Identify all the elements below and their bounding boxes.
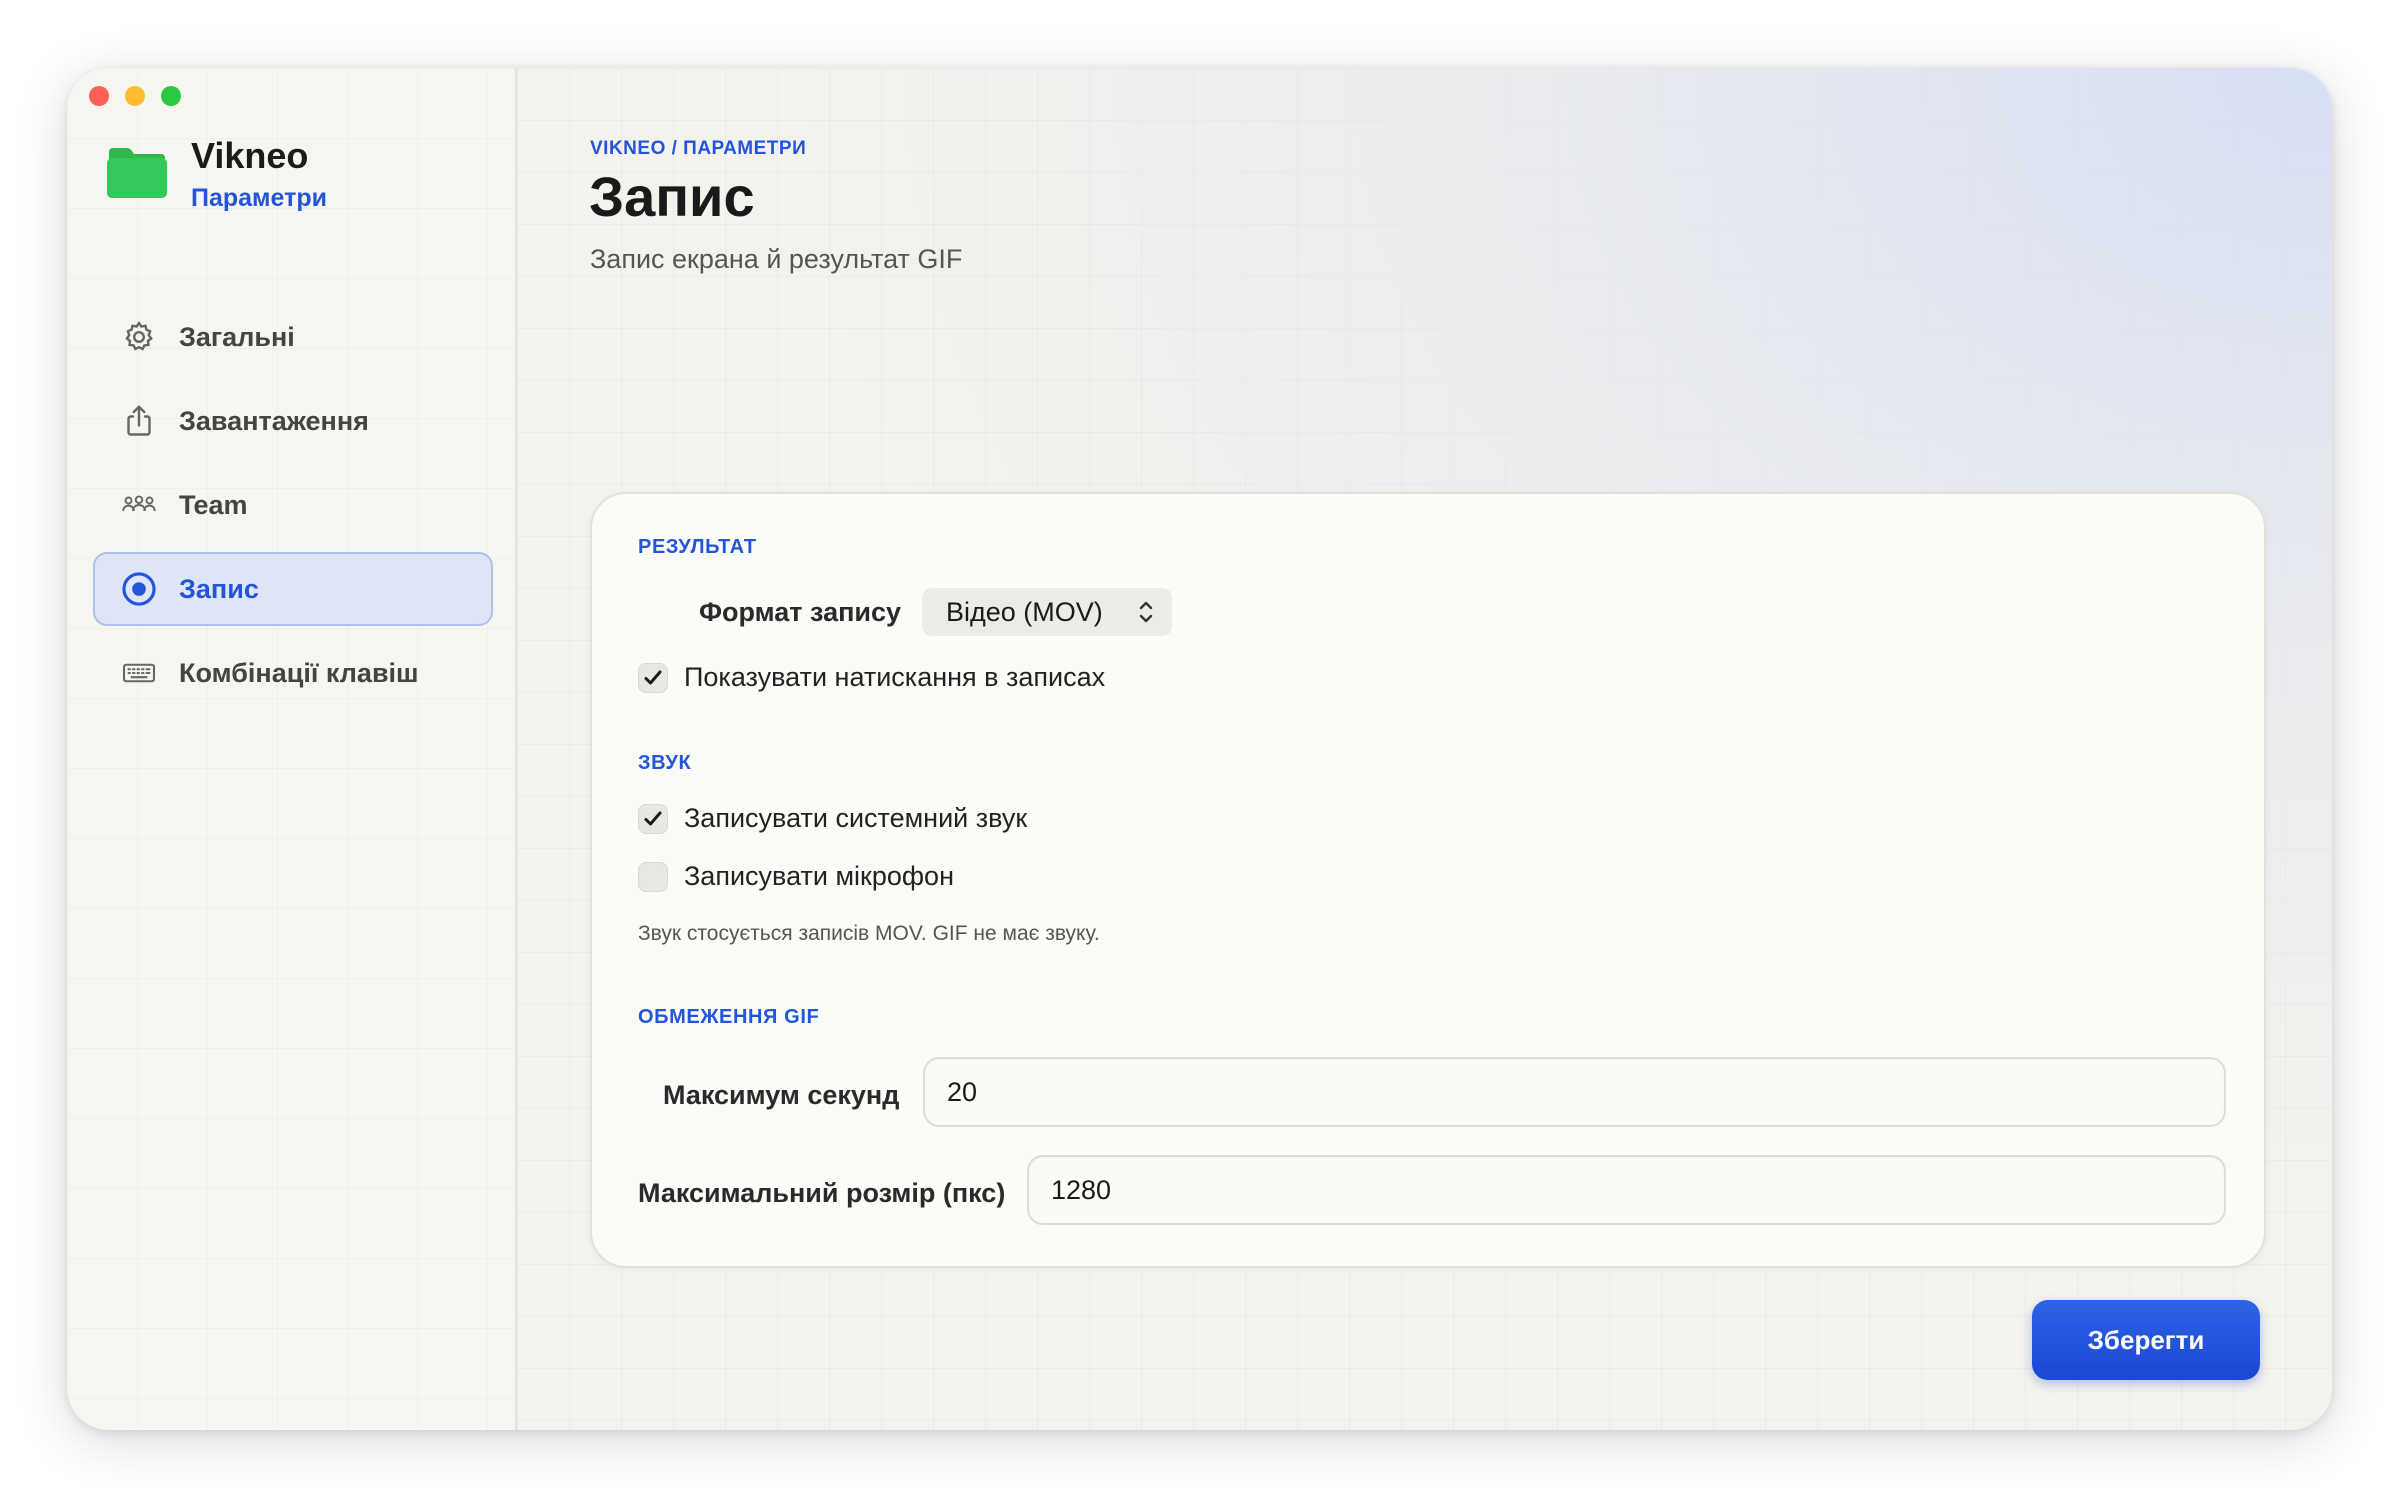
sidebar-item-label: Запис <box>179 573 259 604</box>
breadcrumb: VIKNEO / ПАРАМЕТРИ <box>590 138 807 159</box>
zoom-window-button[interactable] <box>161 86 181 106</box>
sidebar-item-label: Загальні <box>179 321 295 352</box>
sidebar-nav: Загальні Завантаження Team Запис Комбіна… <box>93 300 493 720</box>
settings-card: РЕЗУЛЬТАТ Формат запису Відео (MOV) Пока… <box>590 492 2266 1268</box>
sidebar-item-label: Team <box>179 489 248 520</box>
gear-icon <box>119 317 159 357</box>
system-audio-label: Записувати системний звук <box>684 803 1028 833</box>
max-seconds-input[interactable]: 20 <box>923 1057 2226 1127</box>
save-button[interactable]: Зберегти <box>2032 1300 2260 1380</box>
section-heading-result: РЕЗУЛЬТАТ <box>638 536 757 558</box>
system-audio-option[interactable]: Записувати системний звук <box>638 803 1027 834</box>
format-label: Формат запису <box>699 597 902 627</box>
max-size-input[interactable]: 1280 <box>1027 1155 2226 1225</box>
app-brand: Vikneo Параметри <box>105 134 327 216</box>
page-title: Запис <box>589 165 755 228</box>
format-select[interactable]: Відео (MOV) <box>922 588 1172 636</box>
microphone-label: Записувати мікрофон <box>684 861 954 891</box>
app-name: Vikneo <box>191 135 309 176</box>
sound-hint: Звук стосується записів MOV. GIF не має … <box>638 922 1100 945</box>
show-clicks-option[interactable]: Показувати натискання в записах <box>638 662 1105 693</box>
page-subtitle: Запис екрана й результат GIF <box>590 244 963 274</box>
chevron-up-down-icon <box>1139 601 1153 623</box>
main-content: VIKNEO / ПАРАМЕТРИ Запис Запис екрана й … <box>517 68 2332 1430</box>
section-heading-sound: ЗВУК <box>638 752 692 774</box>
microphone-option[interactable]: Записувати мікрофон <box>638 861 954 892</box>
system-audio-checkbox[interactable] <box>638 803 668 834</box>
app-window: Vikneo Параметри Загальні Завантаження T… <box>67 68 2332 1430</box>
sidebar-item-team[interactable]: Team <box>93 468 493 542</box>
section-heading-gif-limits: ОБМЕЖЕННЯ GIF <box>638 1006 820 1028</box>
max-seconds-label: Максимум секунд <box>663 1080 900 1110</box>
sidebar-item-recording[interactable]: Запис <box>93 552 493 626</box>
folder-icon <box>107 148 167 198</box>
sidebar-item-general[interactable]: Загальні <box>93 300 493 374</box>
app-subtitle: Параметри <box>191 184 327 212</box>
show-clicks-checkbox[interactable] <box>638 662 668 693</box>
people-icon <box>119 485 159 525</box>
sidebar-item-label: Завантаження <box>179 405 369 436</box>
checkmark-icon <box>644 670 662 684</box>
sidebar-item-uploads[interactable]: Завантаження <box>93 384 493 458</box>
sidebar-item-shortcuts[interactable]: Комбінації клавіш <box>93 636 493 710</box>
keyboard-icon <box>119 653 159 693</box>
share-upload-icon <box>119 401 159 441</box>
window-controls <box>89 86 181 106</box>
close-window-button[interactable] <box>89 86 109 106</box>
sidebar-item-label: Комбінації клавіш <box>179 657 419 688</box>
show-clicks-label: Показувати натискання в записах <box>684 662 1106 692</box>
record-icon <box>119 569 159 609</box>
minimize-window-button[interactable] <box>125 86 145 106</box>
format-select-value: Відео (MOV) <box>946 596 1103 627</box>
microphone-checkbox[interactable] <box>638 861 668 892</box>
sidebar: Vikneo Параметри Загальні Завантаження T… <box>67 68 517 1430</box>
checkmark-icon <box>644 811 662 825</box>
max-size-label: Максимальний розмір (пкс) <box>638 1178 1006 1208</box>
